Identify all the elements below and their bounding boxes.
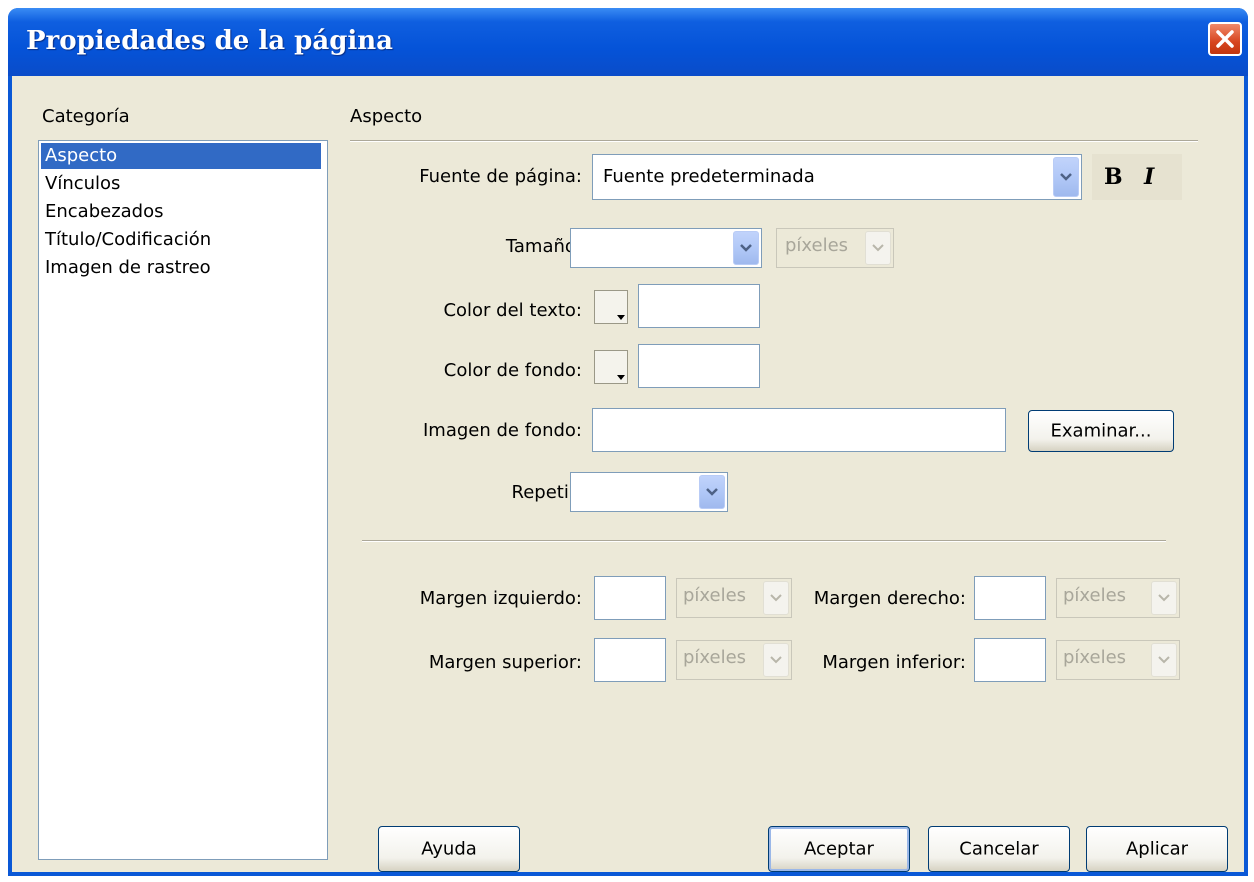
category-item-titulo-codificacion[interactable]: Título/Codificación <box>41 227 321 253</box>
margin-left-unit-arrow[interactable] <box>763 581 789 615</box>
margin-top-input[interactable] <box>594 638 666 682</box>
dropdown-triangle-icon <box>617 315 625 320</box>
category-item-aspecto[interactable]: Aspecto <box>41 143 321 169</box>
browse-button-label: Examinar... <box>1050 420 1152 442</box>
size-select[interactable] <box>570 228 762 268</box>
category-list[interactable]: Aspecto Vínculos Encabezados Título/Codi… <box>38 140 328 860</box>
size-unit-dropdown-arrow[interactable] <box>865 231 891 265</box>
margin-bottom-unit-arrow[interactable] <box>1151 643 1177 677</box>
margin-bottom-input[interactable] <box>974 638 1046 682</box>
cancel-button[interactable]: Cancelar <box>928 826 1070 872</box>
page-font-dropdown-arrow[interactable] <box>1053 157 1079 197</box>
help-button-label: Ayuda <box>421 838 477 860</box>
margin-left-unit: píxeles <box>683 585 747 606</box>
bg-image-input[interactable] <box>592 408 1006 452</box>
chevron-down-icon <box>872 244 884 252</box>
cancel-button-label: Cancelar <box>959 838 1039 860</box>
chevron-down-icon <box>740 244 752 252</box>
font-style-buttons: B I <box>1092 154 1182 200</box>
title-bar[interactable]: Propiedades de la página <box>8 8 1248 76</box>
size-unit-value: píxeles <box>785 235 849 256</box>
margin-top-label: Margen superior: <box>428 652 582 673</box>
margin-bottom-unit-select[interactable]: píxeles <box>1056 640 1180 680</box>
repeat-dropdown-arrow[interactable] <box>699 475 725 509</box>
dialog-body: Categoría Aspecto Vínculos Encabezados T… <box>12 76 1244 872</box>
bg-image-label: Imagen de fondo: <box>423 420 582 441</box>
browse-button[interactable]: Examinar... <box>1028 410 1174 452</box>
chevron-down-icon <box>770 656 782 664</box>
size-unit-select[interactable]: píxeles <box>776 228 894 268</box>
margin-top-unit-select[interactable]: píxeles <box>676 640 792 680</box>
size-dropdown-arrow[interactable] <box>733 231 759 265</box>
close-icon <box>1216 30 1234 48</box>
margin-left-unit-select[interactable]: píxeles <box>676 578 792 618</box>
chevron-down-icon <box>1158 594 1170 602</box>
margin-top-unit-arrow[interactable] <box>763 643 789 677</box>
dropdown-triangle-icon <box>617 375 625 380</box>
margin-right-unit-arrow[interactable] <box>1151 581 1177 615</box>
margin-top-unit: píxeles <box>683 647 747 668</box>
italic-button[interactable]: I <box>1144 164 1154 190</box>
chevron-down-icon <box>1158 656 1170 664</box>
chevron-down-icon <box>1060 173 1072 181</box>
category-item-imagen-rastreo[interactable]: Imagen de rastreo <box>41 255 321 281</box>
chevron-down-icon <box>706 488 718 496</box>
close-button[interactable] <box>1208 22 1242 56</box>
margin-right-input[interactable] <box>974 576 1046 620</box>
panel-heading: Aspecto <box>350 106 423 127</box>
repeat-select[interactable] <box>570 472 728 512</box>
margin-right-unit-select[interactable]: píxeles <box>1056 578 1180 618</box>
bg-color-input[interactable] <box>638 344 760 388</box>
margin-left-input[interactable] <box>594 576 666 620</box>
category-item-vinculos[interactable]: Vínculos <box>41 171 321 197</box>
text-color-label: Color del texto: <box>443 300 582 321</box>
chevron-down-icon <box>770 594 782 602</box>
bold-button[interactable]: B <box>1104 164 1123 190</box>
bg-color-swatch[interactable] <box>594 350 628 384</box>
margin-right-label: Margen derecho: <box>813 588 966 609</box>
margin-right-unit: píxeles <box>1063 585 1127 606</box>
ok-button-label: Aceptar <box>804 838 874 860</box>
apply-button[interactable]: Aplicar <box>1086 826 1228 872</box>
apply-button-label: Aplicar <box>1125 838 1189 860</box>
margin-bottom-label: Margen inferior: <box>822 652 966 673</box>
ok-button[interactable]: Aceptar <box>768 826 910 872</box>
help-button[interactable]: Ayuda <box>378 826 520 872</box>
page-font-label: Fuente de página: <box>419 166 582 187</box>
category-label: Categoría <box>42 106 130 127</box>
margin-bottom-unit: píxeles <box>1063 647 1127 668</box>
heading-divider <box>350 140 1198 142</box>
text-color-input[interactable] <box>638 284 760 328</box>
bg-color-label: Color de fondo: <box>443 360 582 381</box>
margin-left-label: Margen izquierdo: <box>419 588 582 609</box>
dialog-window: Propiedades de la página Categoría Aspec… <box>8 8 1248 876</box>
category-item-encabezados[interactable]: Encabezados <box>41 199 321 225</box>
page-font-value: Fuente predeterminada <box>603 166 815 187</box>
page-font-select[interactable]: Fuente predeterminada <box>592 154 1082 200</box>
text-color-swatch[interactable] <box>594 290 628 324</box>
window-title: Propiedades de la página <box>26 26 394 56</box>
margins-divider <box>362 540 1166 542</box>
